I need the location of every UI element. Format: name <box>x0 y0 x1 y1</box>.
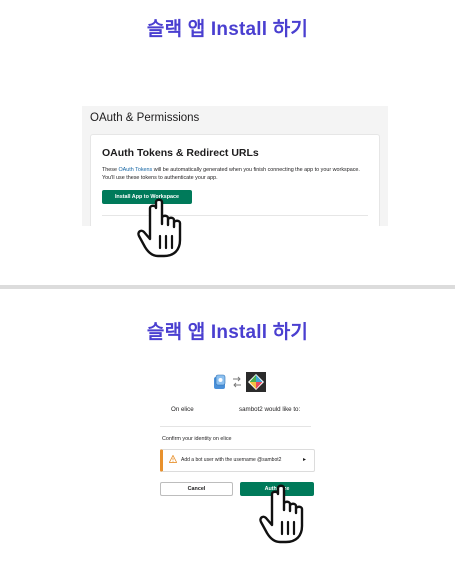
slide-heading: 슬랙 앱 Install 하기 <box>146 322 309 343</box>
oauth-tokens-link[interactable]: OAuth Tokens <box>118 167 152 173</box>
permission-item[interactable]: Add a bot user with the username @sambot… <box>160 449 315 472</box>
oauth-permissions-panel: OAuth & Permissions OAuth Tokens & Redir… <box>82 106 388 226</box>
cancel-button[interactable]: Cancel <box>160 482 233 496</box>
hand-pointer-icon <box>136 198 188 265</box>
chevron-right-icon: ▸ <box>302 457 306 463</box>
workspace-logo-icon <box>246 372 266 392</box>
description-prefix: These <box>102 167 119 173</box>
warning-icon <box>169 455 177 463</box>
divider <box>160 426 311 427</box>
confirm-identity-text: Confirm your identity on elice <box>162 436 232 442</box>
app-icon <box>214 374 226 389</box>
hand-pointer-icon <box>258 484 310 551</box>
top-slide: 슬랙 앱 Install 하기 OAuth & Permissions OAut… <box>0 0 455 285</box>
bottom-slide: 슬랙 앱 Install 하기 <box>0 289 455 561</box>
slide-heading: 슬랙 앱 Install 하기 <box>146 19 309 40</box>
auth-header-icons <box>212 372 266 392</box>
request-text: sambot2 would like to: <box>239 406 301 413</box>
card-title: OAuth Tokens & Redirect URLs <box>102 147 259 159</box>
permission-text: Add a bot user with the username @sambot… <box>181 457 282 463</box>
workspace-name: On elice <box>171 406 194 413</box>
oauth-tokens-card: OAuth Tokens & Redirect URLs These OAuth… <box>90 134 380 226</box>
exchange-arrows-icon <box>233 376 241 388</box>
panel-title: OAuth & Permissions <box>90 112 200 124</box>
card-description: These OAuth Tokens will be automatically… <box>102 167 370 182</box>
